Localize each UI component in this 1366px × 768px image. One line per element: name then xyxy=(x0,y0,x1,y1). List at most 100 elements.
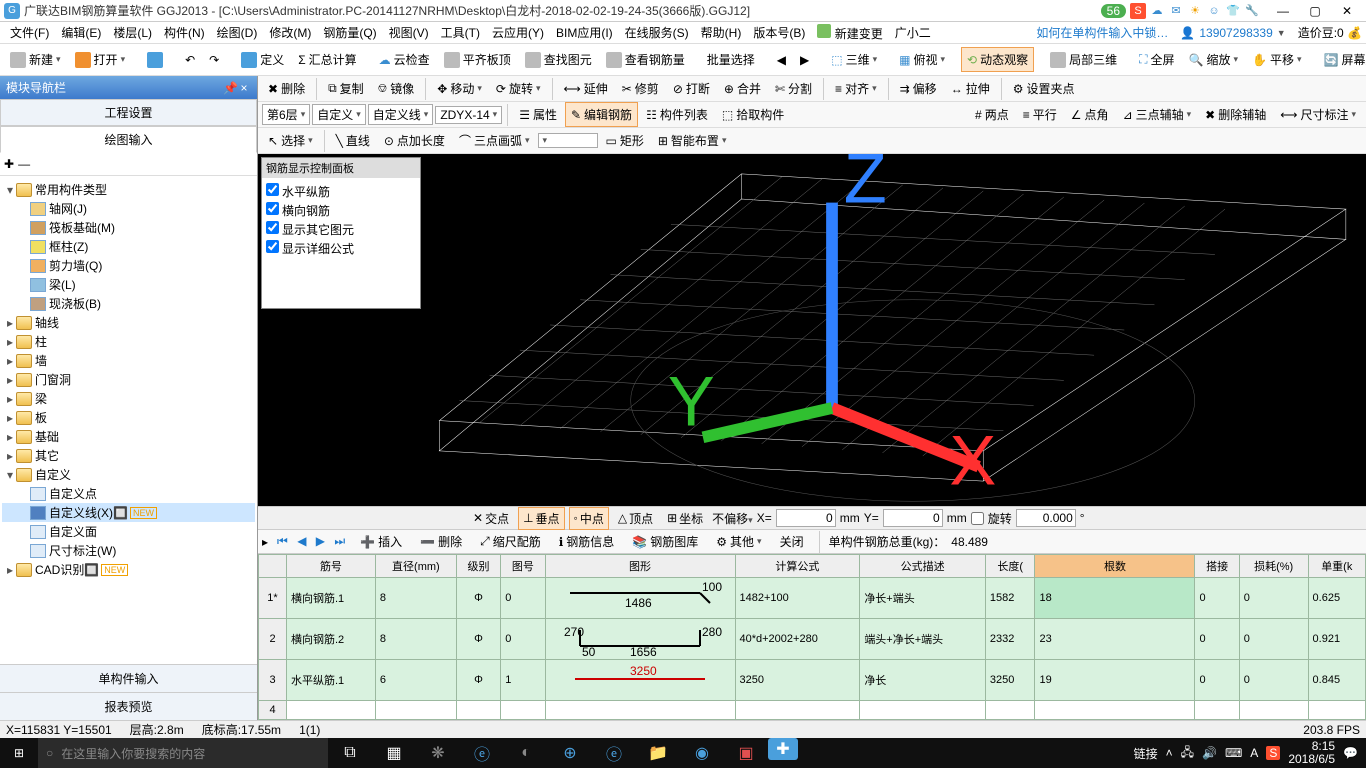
menu-rebar[interactable]: 钢筋量(Q) xyxy=(317,22,382,43)
viewrebar-button[interactable]: 查看钢筋量 xyxy=(600,47,691,72)
offset-select[interactable]: 不偏移▾ xyxy=(712,510,753,527)
align-button[interactable]: ≡ 对齐▾ xyxy=(829,76,883,101)
col-dia[interactable]: 直径(mm) xyxy=(375,555,456,578)
ptangle-button[interactable]: ∠ 点角 xyxy=(1065,102,1115,127)
app-icon[interactable]: ◐ xyxy=(504,738,548,768)
tree-item[interactable]: 筏板基础(M) xyxy=(49,219,115,236)
tab-single-input[interactable]: 单构件输入 xyxy=(0,664,257,692)
tree-cat[interactable]: 墙 xyxy=(35,352,47,369)
menu-online[interactable]: 在线服务(S) xyxy=(619,22,695,43)
start-button[interactable]: ⊞ xyxy=(0,738,38,768)
grid-collapse-icon[interactable]: ▸ xyxy=(262,535,268,549)
dim-button[interactable]: ⟷ 尺寸标注▾ xyxy=(1274,102,1362,127)
tree-root[interactable]: 常用构件类型 xyxy=(35,181,107,198)
maximize-button[interactable]: ▢ xyxy=(1300,1,1330,21)
next-icon[interactable]: ▶ xyxy=(794,49,815,71)
component-select[interactable]: ZDYX-14▾ xyxy=(435,106,502,124)
next-icon[interactable]: ▶ xyxy=(313,534,328,548)
smart-button[interactable]: ⊞ 智能布置▾ xyxy=(652,128,733,153)
merge-button[interactable]: ⊕ 合并 xyxy=(718,76,767,101)
stretch-button[interactable]: ↔ 拉伸 xyxy=(945,76,996,101)
tree-cat[interactable]: 门窗洞 xyxy=(35,371,71,388)
other-button[interactable]: ⚙ 其他▾ xyxy=(710,529,767,554)
local3d-button[interactable]: 局部三维 xyxy=(1044,47,1123,72)
tray-icon[interactable]: ☀ xyxy=(1187,3,1203,19)
app-icon[interactable]: ◉ xyxy=(680,738,724,768)
tree-item[interactable]: 自定义面 xyxy=(49,523,97,540)
cloudcheck-button[interactable]: ☁云检查 xyxy=(373,47,436,72)
open-button[interactable]: 打开▾ xyxy=(69,47,132,72)
col-formula[interactable]: 计算公式 xyxy=(735,555,860,578)
collapse-icon[interactable]: — xyxy=(18,157,30,171)
component-tree[interactable]: ▾常用构件类型 轴网(J) 筏板基础(M) 框柱(Z) 剪力墙(Q) 梁(L) … xyxy=(0,176,257,664)
menu-bim[interactable]: BIM应用(I) xyxy=(550,22,619,43)
floor-select[interactable]: 第6层▾ xyxy=(262,104,310,125)
col-level[interactable]: 级别 xyxy=(456,555,500,578)
table-row[interactable]: 1*横向钢筋.18Φ0 1486100 1482+100净长+端头1582180… xyxy=(259,578,1366,619)
app-icon[interactable]: ✚ xyxy=(768,738,798,760)
trim-button[interactable]: ✂ 修剪 xyxy=(616,76,665,101)
ie-icon[interactable]: ⓔ xyxy=(592,738,636,768)
app-icon[interactable]: ▣ xyxy=(724,738,768,768)
sumcalc-button[interactable]: Σ 汇总计算 xyxy=(292,47,362,72)
snap-perp[interactable]: ⊥ 垂点 xyxy=(518,507,564,530)
tree-cat[interactable]: 基础 xyxy=(35,428,59,445)
tree-item[interactable]: 自定义点 xyxy=(49,485,97,502)
notify-badge[interactable]: 56 xyxy=(1101,4,1126,18)
snap-vertex[interactable]: △ 顶点 xyxy=(613,507,658,530)
rebar-grid[interactable]: 筋号 直径(mm) 级别 图号 图形 计算公式 公式描述 长度( 根数 搭接 损… xyxy=(258,554,1366,720)
col-loss[interactable]: 损耗(%) xyxy=(1239,555,1308,578)
taskbar-search[interactable]: ○ 在这里输入你要搜索的内容 xyxy=(38,738,328,768)
pin-icon[interactable]: 📌 xyxy=(223,81,237,95)
tree-cat[interactable]: 板 xyxy=(35,409,47,426)
threept-button[interactable]: ⊿ 三点辅轴▾ xyxy=(1117,102,1198,127)
table-row[interactable]: 2横向钢筋.28Φ0 270501656280 40*d+2002+280端头+… xyxy=(259,619,1366,660)
tree-cad[interactable]: CAD识别 xyxy=(35,561,84,578)
rotate-input[interactable] xyxy=(1016,509,1076,527)
lib-button[interactable]: 📚 钢筋图库 xyxy=(626,529,704,554)
snap-coord[interactable]: ⊞ 坐标 xyxy=(662,507,708,530)
tree-cat[interactable]: 梁 xyxy=(35,390,47,407)
complist-button[interactable]: ☷ 构件列表 xyxy=(640,102,714,127)
y-input[interactable] xyxy=(883,509,943,527)
edge-icon[interactable]: ⓔ xyxy=(460,738,504,768)
col-len[interactable]: 长度( xyxy=(985,555,1035,578)
prev-icon[interactable]: ◀ xyxy=(771,49,792,71)
batchsel-button[interactable]: 批量选择 xyxy=(701,47,761,72)
tree-item[interactable]: 现浇板(B) xyxy=(49,295,101,312)
snap-cross[interactable]: ✕ 交点 xyxy=(468,507,514,530)
tree-item[interactable]: 剪力墙(Q) xyxy=(49,257,102,274)
undo-icon[interactable]: ↶ xyxy=(179,49,201,71)
table-row[interactable]: 3水平纵筋.16Φ1 3250 3250净长325019000.845 xyxy=(259,660,1366,701)
menu-newchange[interactable]: 新建变更 xyxy=(811,22,888,44)
clock[interactable]: 8:15 2018/6/5 xyxy=(1288,740,1335,766)
tray-icon[interactable]: 👕 xyxy=(1225,3,1241,19)
app-icon[interactable]: ❋ xyxy=(416,738,460,768)
volume-icon[interactable]: 🔊 xyxy=(1202,746,1217,760)
network-icon[interactable]: 🖧 xyxy=(1181,743,1194,764)
explorer-icon[interactable]: 📁 xyxy=(636,738,680,768)
editrebar-button[interactable]: ✎ 编辑钢筋 xyxy=(565,102,638,127)
extend-button[interactable]: ⟷ 延伸 xyxy=(558,76,614,101)
3d-viewport[interactable]: 钢筋显示控制面板 水平纵筋 横向钢筋 显示其它图元 显示详细公式 Z X Y xyxy=(258,154,1366,506)
tray-icon[interactable]: ☁ xyxy=(1149,3,1165,19)
prev-icon[interactable]: ◀ xyxy=(294,534,309,548)
close-panel-icon[interactable]: × xyxy=(237,81,251,95)
parallel-button[interactable]: ≡ 平行 xyxy=(1017,102,1063,127)
scale-button[interactable]: ⤢ 缩尺配筋 xyxy=(474,529,547,554)
close-grid-button[interactable]: 关闭 xyxy=(774,529,810,554)
layer-select[interactable]: 自定义▾ xyxy=(312,104,366,125)
notifications-icon[interactable]: 💬 xyxy=(1343,746,1358,760)
menu-version[interactable]: 版本号(B) xyxy=(747,22,811,43)
col-uw[interactable]: 单重(k xyxy=(1308,555,1365,578)
col-desc[interactable]: 公式描述 xyxy=(860,555,986,578)
setpin-button[interactable]: ⚙ 设置夹点 xyxy=(1007,76,1081,101)
findgraph-button[interactable]: 查找图元 xyxy=(519,47,598,72)
first-icon[interactable]: ⏮ xyxy=(274,534,291,548)
table-row[interactable]: 4 xyxy=(259,701,1366,720)
pickcomp-button[interactable]: ⬚ 拾取构件 xyxy=(716,102,790,127)
menu-modify[interactable]: 修改(M) xyxy=(263,22,317,43)
define-button[interactable]: 定义 xyxy=(235,47,290,72)
tray-icon[interactable]: 🔧 xyxy=(1244,3,1260,19)
tree-item-selected[interactable]: 自定义线(X) xyxy=(49,504,113,521)
